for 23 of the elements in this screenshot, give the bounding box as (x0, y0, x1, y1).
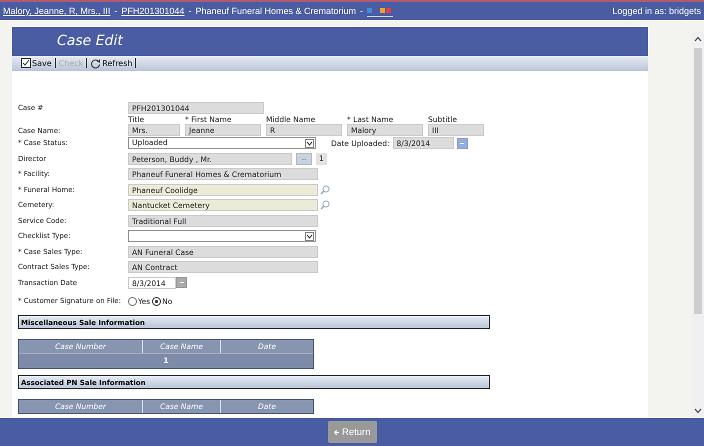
search-icon[interactable] (320, 184, 330, 195)
dropdown-arrow-icon (305, 138, 314, 148)
scroll-down-icon[interactable] (694, 408, 702, 414)
separator: - (188, 6, 192, 16)
calendar-button[interactable] (456, 138, 468, 149)
logged-in-user: Logged in as: bridgets (612, 6, 701, 16)
scroll-up-icon[interactable] (694, 36, 702, 42)
refresh-icon (90, 58, 102, 69)
separator: - (360, 6, 364, 16)
search-icon[interactable] (320, 200, 330, 210)
header-link[interactable]: PFH201301044 (121, 6, 184, 16)
calendar-button[interactable] (176, 277, 187, 288)
facility-name: Phaneuf Funeral Homes & Crematorium (195, 6, 356, 16)
separator: - (114, 6, 118, 16)
dropdown[interactable] (128, 230, 316, 242)
save-icon (21, 58, 31, 68)
color-squares-icon[interactable] (367, 6, 394, 18)
toolbar-button[interactable]: Refresh (87, 58, 136, 69)
dropdown-arrow-icon (305, 232, 314, 241)
toolbar-button[interactable]: Save (18, 58, 55, 68)
header-link[interactable]: Malory, Jeanne, R, Mrs., III (3, 6, 110, 16)
left-arrow-icon (334, 428, 339, 436)
page-title: Case Edit (57, 33, 123, 50)
